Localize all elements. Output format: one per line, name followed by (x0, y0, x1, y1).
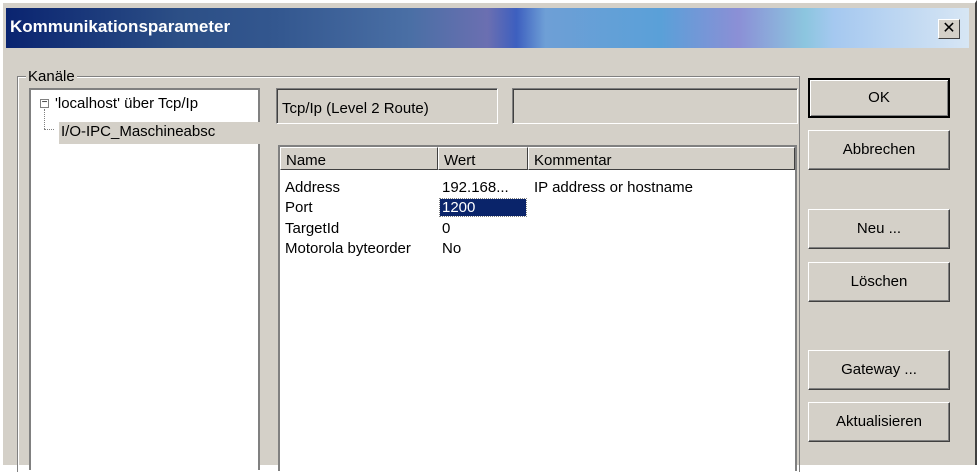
new-button[interactable]: Neu ... (808, 209, 950, 249)
tree-connector-line (44, 109, 45, 129)
collapse-icon[interactable]: − (40, 98, 49, 108)
delete-button[interactable]: Löschen (808, 262, 950, 302)
driver-name-field: Tcp/Ip (Level 2 Route) (276, 88, 498, 124)
column-header-name[interactable]: Name (280, 147, 438, 170)
param-name[interactable]: Port (285, 199, 313, 216)
param-value[interactable]: No (442, 240, 461, 257)
tree-connector-branch (44, 129, 54, 130)
param-name[interactable]: Address (285, 179, 340, 196)
driver-info-field (512, 88, 798, 124)
channels-group-label: Kanäle (26, 68, 77, 85)
title-bar[interactable]: Kommunikationsparameter ✕ (6, 8, 969, 48)
channel-tree[interactable]: − 'localhost' über Tcp/Ip I/O-IPC_Maschi… (29, 88, 262, 470)
cancel-button[interactable]: Abbrechen (808, 130, 950, 170)
param-name[interactable]: Motorola byteorder (285, 240, 411, 257)
tree-item-localhost[interactable]: 'localhost' über Tcp/Ip (55, 95, 198, 112)
param-value[interactable]: 192.168... (442, 179, 509, 196)
refresh-button[interactable]: Aktualisieren (808, 402, 950, 442)
gateway-button[interactable]: Gateway ... (808, 350, 950, 390)
tree-item-maschine[interactable]: I/O-IPC_Maschineabsc (61, 123, 215, 140)
param-name[interactable]: TargetId (285, 220, 339, 237)
param-value[interactable]: 0 (442, 220, 450, 237)
param-comment: IP address or hostname (534, 179, 693, 196)
ok-button[interactable]: OK (808, 78, 950, 118)
param-value-selected[interactable]: 1200 (439, 198, 527, 217)
column-header-value[interactable]: Wert (438, 147, 528, 170)
parameter-list[interactable]: Name Wert Kommentar Address 192.168... I… (278, 145, 797, 471)
window-title: Kommunikationsparameter (10, 17, 231, 36)
column-header-comment[interactable]: Kommentar (528, 147, 795, 170)
close-icon[interactable]: ✕ (938, 19, 960, 39)
